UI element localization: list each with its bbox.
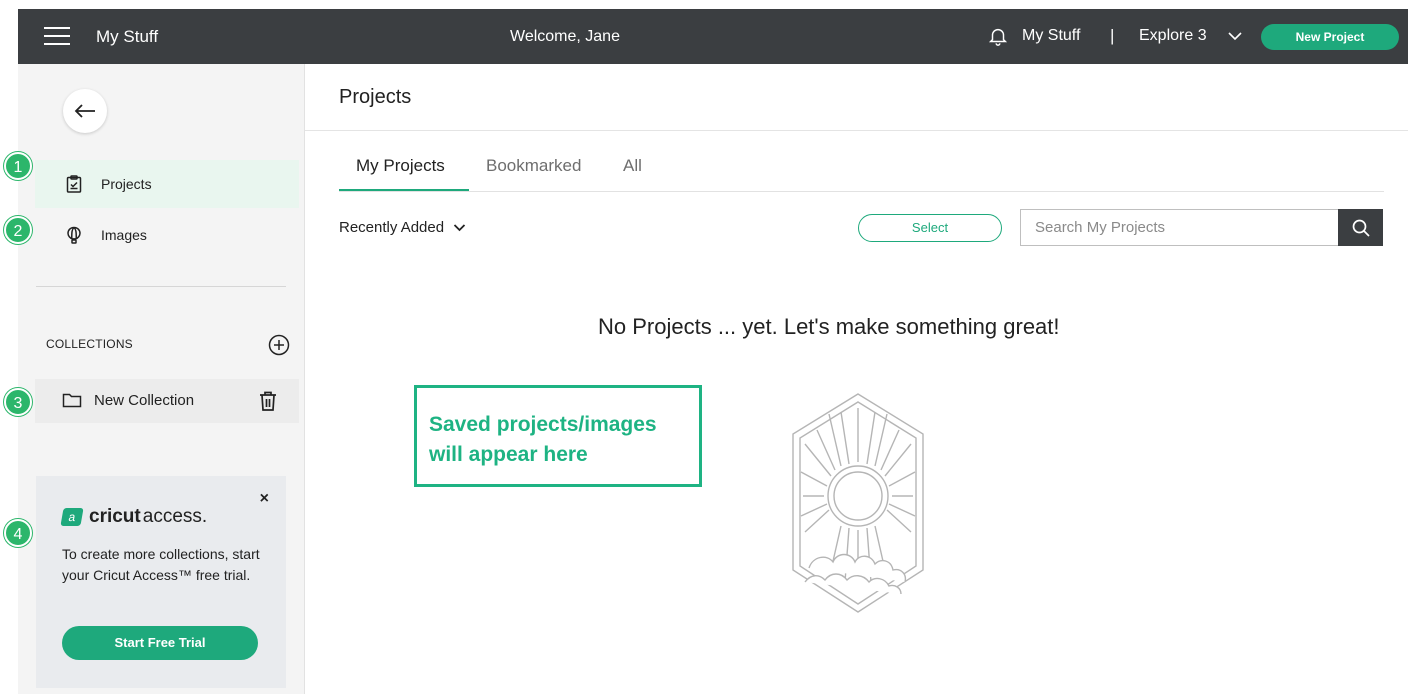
marker-3: 3 (4, 388, 32, 416)
plus-circle-icon[interactable] (268, 334, 290, 356)
cricut-access-promo: × a cricut access. To create more collec… (36, 476, 286, 688)
clipboard-icon (66, 175, 82, 193)
sidebar: Projects Images COLLECTIONS New Collecti… (18, 64, 305, 694)
nav-separator: | (1110, 26, 1115, 45)
tab-my-projects[interactable]: My Projects (356, 156, 445, 176)
search-button[interactable] (1338, 209, 1383, 246)
sidebar-item-projects[interactable]: Projects (35, 160, 299, 208)
marker-2: 2 (4, 216, 32, 244)
collection-item[interactable]: New Collection (35, 379, 299, 423)
sort-dropdown[interactable]: Recently Added (339, 219, 466, 236)
sidebar-divider (36, 286, 286, 287)
annotation-callout: Saved projects/images will appear here (414, 385, 702, 487)
app-title: My Stuff (96, 27, 159, 46)
promo-text: To create more collections, start your C… (62, 546, 260, 583)
cricut-access-logo: a cricut access. (60, 506, 208, 528)
bell-icon[interactable] (987, 25, 1009, 47)
start-free-trial-button[interactable]: Start Free Trial (62, 626, 258, 660)
logo-text-light: access. (142, 506, 208, 527)
sun-hexagon-illustration (792, 393, 924, 613)
close-icon[interactable]: × (260, 490, 269, 508)
new-project-button[interactable]: New Project (1261, 24, 1399, 50)
marker-1: 1 (4, 152, 32, 180)
sidebar-item-label: Images (101, 227, 147, 243)
folder-icon (62, 393, 82, 408)
marker-4: 4 (4, 519, 32, 547)
search-input[interactable] (1020, 209, 1338, 246)
trash-icon[interactable] (258, 390, 278, 412)
sort-label: Recently Added (339, 219, 445, 236)
collection-label: New Collection (94, 392, 195, 409)
arrow-left-icon (74, 104, 95, 118)
top-bar: My Stuff Welcome, Jane My Stuff | Explor… (18, 9, 1408, 64)
collections-heading: COLLECTIONS (46, 337, 133, 351)
back-button[interactable] (63, 89, 107, 133)
annotation-line-2: will appear here (429, 443, 588, 466)
logo-text-bold: cricut (89, 506, 141, 527)
annotation-line-1: Saved projects/images (429, 413, 657, 436)
page-title: Projects (339, 86, 412, 108)
select-button[interactable]: Select (858, 214, 1002, 242)
cricut-logo-icon: a (60, 508, 84, 526)
sidebar-item-images[interactable]: Images (35, 211, 299, 259)
tab-bookmarked[interactable]: Bookmarked (486, 156, 581, 176)
title-divider (305, 130, 1408, 131)
main-content: Projects My Projects Bookmarked All Rece… (305, 64, 1408, 694)
empty-state-message: No Projects ... yet. Let's make somethin… (598, 314, 1060, 339)
chevron-down-icon[interactable] (1228, 31, 1242, 41)
sidebar-item-label: Projects (101, 176, 152, 192)
search-icon (1352, 219, 1370, 237)
chevron-down-icon (453, 224, 466, 232)
tabs-divider (339, 191, 1384, 192)
welcome-text: Welcome, Jane (510, 28, 620, 45)
balloon-icon (67, 226, 81, 244)
hamburger-menu-icon[interactable] (44, 27, 70, 45)
nav-my-stuff-link[interactable]: My Stuff (1022, 27, 1080, 45)
machine-selector[interactable]: Explore 3 (1139, 27, 1207, 45)
tab-all[interactable]: All (623, 156, 642, 176)
